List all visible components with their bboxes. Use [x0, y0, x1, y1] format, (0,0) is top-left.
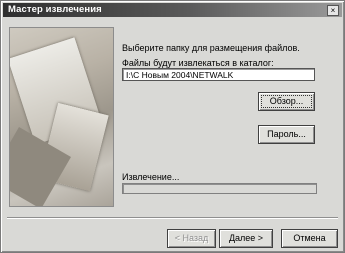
- browse-button[interactable]: Обзор...: [258, 92, 315, 111]
- close-icon[interactable]: ×: [327, 5, 339, 16]
- cancel-button[interactable]: Отмена: [281, 229, 338, 248]
- back-button[interactable]: < Назад: [167, 229, 216, 248]
- extraction-status-label: Извлечение...: [122, 172, 180, 182]
- extraction-progress-bar: [122, 183, 317, 194]
- password-button[interactable]: Пароль...: [258, 125, 315, 144]
- title-bar[interactable]: Мастер извлечения ×: [3, 3, 342, 17]
- next-button[interactable]: Далее >: [219, 229, 273, 248]
- extraction-wizard-window: Мастер извлечения × Выберите папку для р…: [0, 0, 345, 253]
- instruction-text: Выберите папку для размещения файлов.: [122, 43, 300, 53]
- window-title: Мастер извлечения: [8, 4, 102, 15]
- destination-label: Файлы будут извлекаться в каталог:: [122, 58, 274, 68]
- footer-separator: [7, 217, 338, 219]
- wizard-side-image: [9, 27, 114, 207]
- destination-path-input[interactable]: I:\C Новым 2004\NETWALK: [122, 68, 315, 81]
